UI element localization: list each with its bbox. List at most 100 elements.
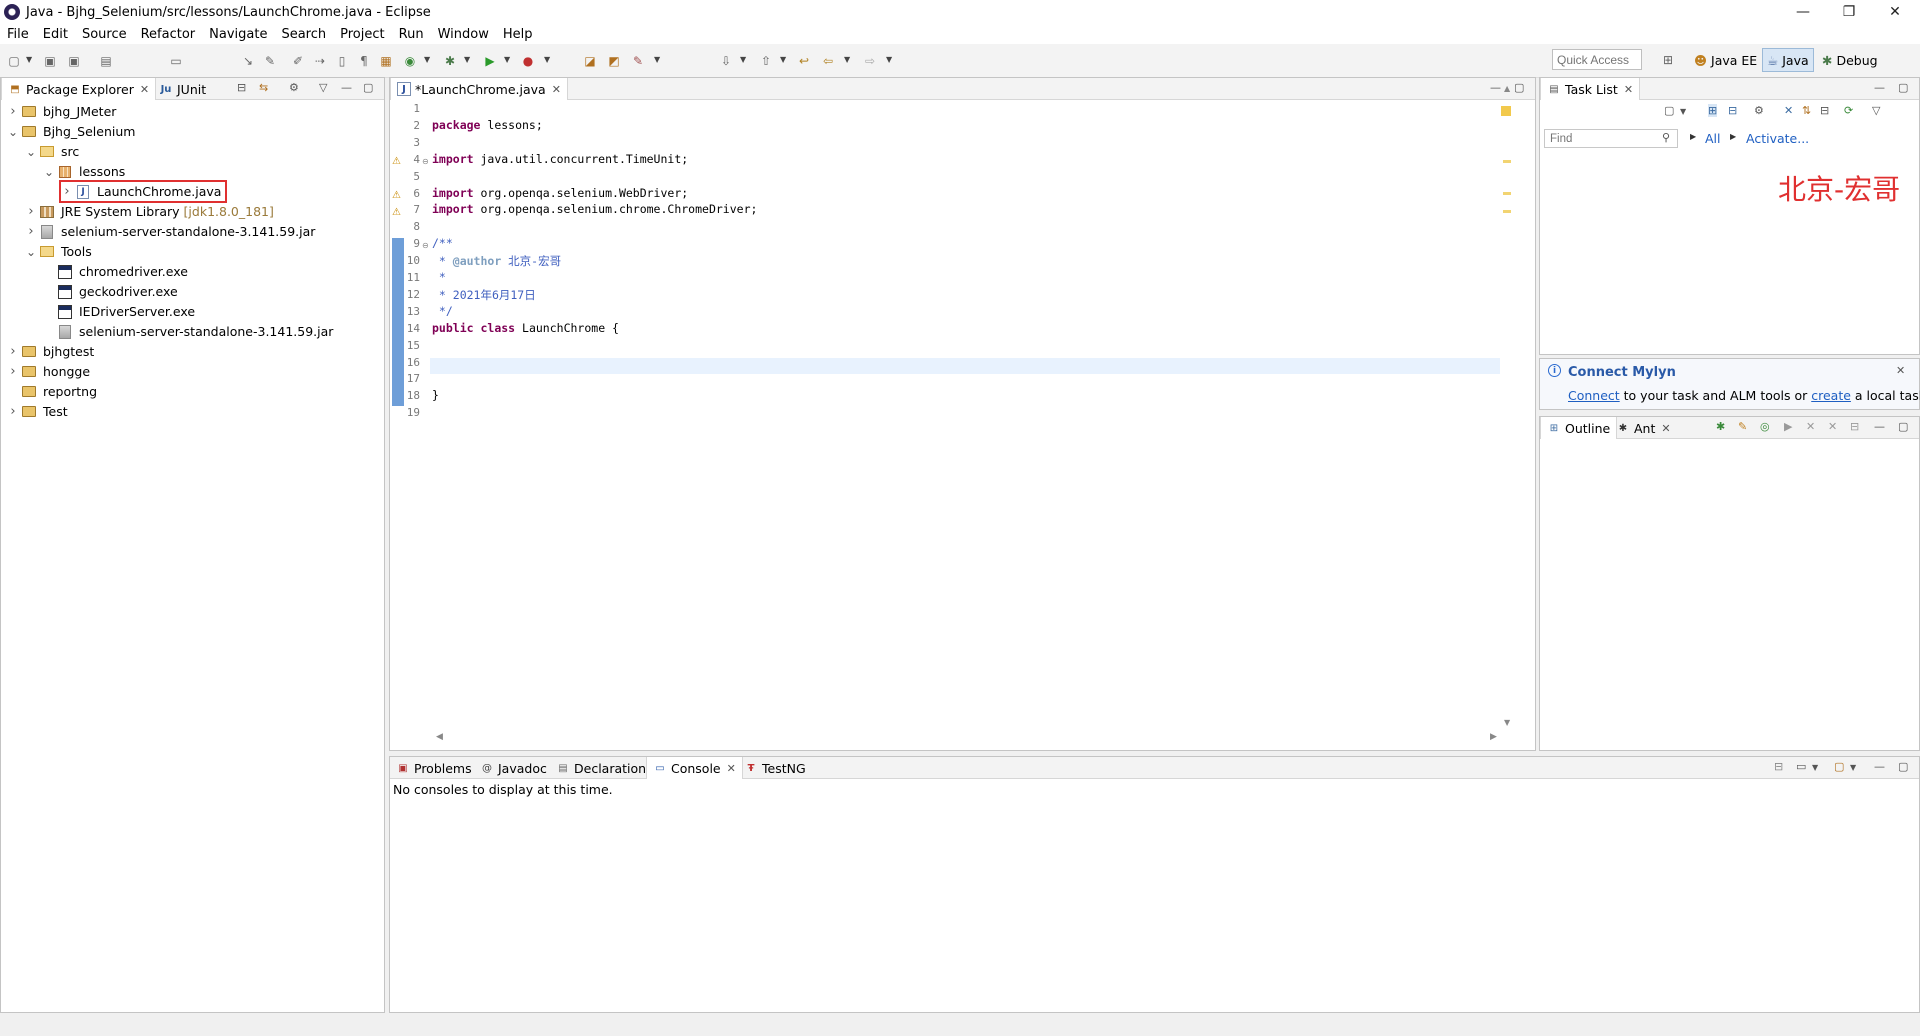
display-console-icon[interactable]: ▭: [1796, 760, 1806, 773]
run-target-icon[interactable]: ▶: [1784, 420, 1792, 433]
expanded-chevron-icon[interactable]: ⌄: [7, 125, 19, 139]
tree-item[interactable]: › J LaunchChrome.java: [58, 180, 228, 203]
collapsed-chevron-icon[interactable]: ›: [61, 184, 73, 199]
scroll-down-icon[interactable]: ▼: [1504, 718, 1510, 727]
menu-source[interactable]: Source: [75, 27, 134, 42]
save-icon[interactable]: ▣: [42, 53, 58, 69]
tree-item[interactable]: › JRE System Library [jdk1.8.0_181]: [25, 202, 273, 221]
open-folder-icon[interactable]: ◩: [606, 53, 622, 69]
tree-item[interactable]: ⌄ Tools: [25, 242, 92, 261]
new-java-icon[interactable]: ◉: [402, 53, 418, 69]
tab-console[interactable]: ▭ Console ✕: [646, 757, 743, 779]
tab-launchchrome-java[interactable]: J *LaunchChrome.java ✕: [390, 78, 568, 100]
collapsed-chevron-icon[interactable]: ›: [7, 344, 19, 359]
menu-file[interactable]: File: [0, 27, 36, 42]
next-annotation-icon[interactable]: ⇩: [718, 53, 734, 69]
warning-icon[interactable]: ⚠: [392, 190, 404, 202]
paragraph-icon[interactable]: ¶: [356, 53, 372, 69]
tree-item[interactable]: IEDriverServer.exe: [43, 302, 195, 321]
tree-item[interactable]: selenium-server-standalone-3.141.59.jar: [43, 322, 333, 341]
code-line[interactable]: }: [432, 388, 439, 402]
tree-item[interactable]: › bjhg_JMeter: [7, 102, 116, 121]
tree-item[interactable]: › bjhgtest: [7, 342, 94, 361]
filter-icon[interactable]: ⚙: [289, 81, 299, 94]
run-dropdown-icon[interactable]: ▼: [504, 55, 510, 64]
focus-icon[interactable]: ⚙: [1754, 104, 1764, 117]
maximize-view-icon[interactable]: ▢: [363, 81, 373, 94]
external-tools-icon[interactable]: ●: [520, 53, 536, 69]
close-icon[interactable]: ✕: [140, 83, 149, 96]
tree-item[interactable]: ⌄ Bjhg_Selenium: [7, 122, 135, 141]
warning-icon[interactable]: ⚠: [392, 207, 404, 219]
search-buildfile-icon[interactable]: ✎: [1738, 420, 1747, 433]
back-icon[interactable]: ⇦: [820, 53, 836, 69]
tree-item[interactable]: reportng: [7, 382, 97, 401]
collapsed-chevron-icon[interactable]: ›: [7, 404, 19, 419]
tab-javadoc[interactable]: @ Javadoc: [474, 757, 553, 779]
perspective-debug[interactable]: ✱ Debug: [1818, 48, 1882, 72]
new-task-dropdown-icon[interactable]: ▼: [1680, 107, 1686, 116]
menu-refactor[interactable]: Refactor: [134, 27, 203, 42]
pin-console-icon[interactable]: ⊟: [1774, 760, 1783, 773]
remove-all-icon[interactable]: ✕: [1828, 420, 1837, 433]
new-dropdown-icon[interactable]: ▼: [26, 55, 32, 64]
new-java-dropdown-icon[interactable]: ▼: [424, 55, 430, 64]
link-editor-icon[interactable]: ⇆: [259, 81, 268, 94]
tab-testng[interactable]: Ŧ TestNG: [738, 757, 812, 779]
perspective-java[interactable]: ☕ Java: [1762, 48, 1814, 72]
expanded-chevron-icon[interactable]: ⌄: [25, 145, 37, 159]
sync-icon[interactable]: ⟳: [1844, 104, 1853, 117]
remove-icon[interactable]: ✕: [1806, 420, 1815, 433]
search-tool-icon[interactable]: ✎: [630, 53, 646, 69]
code-line[interactable]: *: [432, 270, 446, 284]
print-icon[interactable]: ▤: [98, 53, 114, 69]
tree-item[interactable]: ⌄ src: [25, 142, 79, 161]
open-perspective-icon[interactable]: ⊞: [1660, 52, 1676, 68]
open-console-icon[interactable]: ▢: [1834, 760, 1844, 773]
tree-item[interactable]: › hongge: [7, 362, 90, 381]
maximize-view-icon[interactable]: ▢: [1898, 760, 1908, 773]
search-icon[interactable]: ⚲: [1662, 131, 1670, 144]
close-editor-icon[interactable]: ✕: [552, 83, 561, 96]
open-console-dropdown-icon[interactable]: ▼: [1850, 763, 1856, 772]
code-line[interactable]: public class LaunchChrome {: [432, 321, 619, 335]
close-window-button[interactable]: ✕: [1872, 0, 1918, 24]
last-edit-icon[interactable]: ↩: [796, 53, 812, 69]
tab-declaration[interactable]: ▤ Declaration: [550, 757, 652, 779]
scroll-up-icon[interactable]: ▲: [1504, 84, 1510, 93]
perspective-java-ee[interactable]: ☻ Java EE: [1690, 48, 1761, 72]
fold-icon[interactable]: ⊖: [422, 241, 429, 250]
run-icon[interactable]: ▶: [482, 53, 498, 69]
new-icon[interactable]: ▢: [6, 53, 22, 69]
fold-icon[interactable]: ⊖: [422, 157, 429, 166]
view-menu-icon[interactable]: ▽: [319, 81, 327, 94]
tab-junit[interactable]: Ju JUnit: [153, 78, 212, 100]
collapsed-chevron-icon[interactable]: ›: [7, 104, 19, 119]
debug-icon[interactable]: ✱: [442, 53, 458, 69]
edit-icon[interactable]: ✐: [290, 53, 306, 69]
collapsed-chevron-icon[interactable]: ›: [25, 224, 37, 239]
tab-problems[interactable]: ▣ Problems: [390, 757, 478, 779]
scroll-left-icon[interactable]: ◀: [436, 732, 443, 742]
close-mylyn-icon[interactable]: ✕: [1896, 364, 1905, 377]
close-icon[interactable]: ✕: [727, 762, 736, 775]
expanded-chevron-icon[interactable]: ⌄: [43, 165, 55, 179]
menu-project[interactable]: Project: [333, 27, 391, 42]
tab-outline[interactable]: ⊞ Outline: [1540, 417, 1618, 439]
quick-access-input[interactable]: [1552, 49, 1642, 70]
collapse-all-icon[interactable]: ⊟: [237, 81, 246, 94]
menu-run[interactable]: Run: [392, 27, 431, 42]
close-icon[interactable]: ✕: [1624, 83, 1633, 96]
forward-icon[interactable]: ⇨: [862, 53, 878, 69]
code-line[interactable]: import org.openqa.selenium.chrome.Chrome…: [432, 202, 757, 216]
grid-icon[interactable]: ▦: [378, 53, 394, 69]
hide-completed-icon[interactable]: ✕: [1784, 104, 1793, 117]
page-icon[interactable]: ▯: [334, 53, 350, 69]
minimize-view-icon[interactable]: —: [1874, 420, 1885, 433]
menu-edit[interactable]: Edit: [36, 27, 75, 42]
debug-dropdown-icon[interactable]: ▼: [464, 55, 470, 64]
tree-item[interactable]: ⌄ lessons: [43, 162, 125, 181]
minimize-view-icon[interactable]: —: [1874, 760, 1885, 773]
tab-task-list[interactable]: ▤ Task List ✕: [1540, 78, 1641, 100]
create-link[interactable]: create: [1811, 388, 1851, 403]
